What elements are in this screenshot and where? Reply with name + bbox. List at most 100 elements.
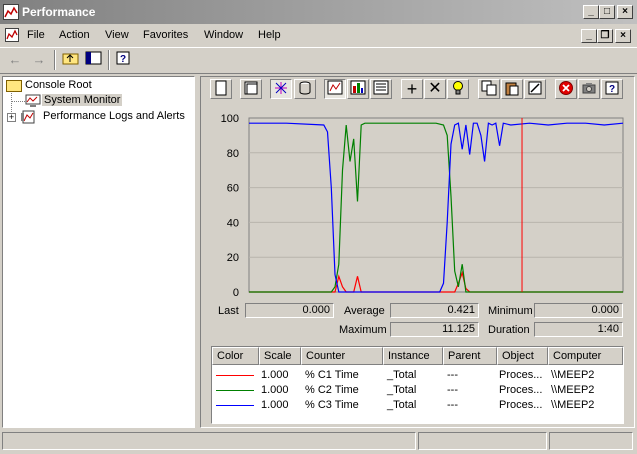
view-graph-icon[interactable] — [324, 79, 346, 99]
up-one-level-icon[interactable] — [60, 50, 82, 70]
svg-text:?: ? — [609, 84, 615, 95]
legend-cell-counter: % C1 Time — [305, 369, 359, 381]
legend-cell-parent: --- — [447, 399, 458, 411]
status-cell — [2, 432, 416, 450]
maximum-value: 11.125 — [390, 322, 479, 337]
folder-icon — [6, 80, 22, 92]
performance-graph: 0 20 40 60 80 100 — [221, 113, 624, 296]
title-bar[interactable] — [0, 0, 637, 24]
y-tick-label: 60 — [227, 183, 239, 195]
minimum-value: 0.000 — [534, 303, 623, 318]
legend-cell-parent: --- — [447, 369, 458, 381]
legend-row[interactable]: 1.000 % C1 Time _Total --- Proces... \\MEEP2 — [212, 368, 623, 383]
mmc-document-icon[interactable] — [5, 28, 19, 42]
legend-header-instance[interactable]: Instance — [383, 347, 443, 365]
add-counter-plus-icon[interactable]: + — [401, 79, 423, 99]
legend-cell-object: Proces... — [499, 384, 543, 396]
legend-cell-computer: \\MEEP2 — [551, 399, 595, 411]
y-axis: 0 20 40 60 80 100 — [221, 113, 239, 296]
delete-counter-x-icon[interactable]: ✕ — [424, 79, 446, 99]
menu-file[interactable]: File — [27, 29, 45, 41]
legend-cell-computer: \\MEEP2 — [551, 384, 595, 396]
view-log-data-icon[interactable] — [294, 79, 316, 99]
legend-cell-scale: 1.000 — [261, 384, 289, 396]
legend-color-swatch — [216, 405, 254, 406]
expand-plus-icon[interactable]: + — [7, 113, 16, 122]
svg-text:?: ? — [120, 54, 126, 65]
paste-counter-list-icon[interactable] — [501, 79, 523, 99]
clear-display-icon[interactable] — [240, 79, 262, 99]
status-cell — [418, 432, 547, 450]
legend-cell-instance: _Total — [387, 384, 417, 396]
y-tick-label: 0 — [233, 287, 239, 296]
legend-header-scale[interactable]: Scale — [259, 347, 301, 365]
status-cell — [549, 432, 633, 450]
menu-action[interactable]: Action — [59, 29, 90, 41]
highlight-lightbulb-icon[interactable] — [447, 79, 469, 99]
menu-favorites[interactable]: Favorites — [143, 29, 188, 41]
legend-cell-counter: % C3 Time — [305, 399, 359, 411]
mdi-close-icon[interactable]: × — [615, 29, 631, 43]
minimum-label: Minimum — [488, 305, 533, 317]
legend-header-object[interactable]: Object — [497, 347, 548, 365]
view-histogram-icon[interactable] — [347, 79, 369, 99]
console-tree — [2, 76, 195, 428]
legend-cell-scale: 1.000 — [261, 369, 289, 381]
legend-header-parent[interactable]: Parent — [443, 347, 497, 365]
y-tick-label: 20 — [227, 252, 239, 264]
back-arrow-icon[interactable]: ← — [4, 50, 26, 70]
legend-header-counter[interactable]: Counter — [301, 347, 383, 365]
forward-arrow-icon[interactable]: → — [28, 50, 50, 70]
average-value: 0.421 — [390, 303, 479, 318]
close-icon[interactable]: × — [617, 5, 633, 19]
menu-bar — [0, 24, 637, 46]
y-tick-label: 40 — [227, 217, 239, 229]
tree-item-console-root[interactable]: Console Root — [25, 79, 92, 91]
maximum-label: Maximum — [339, 324, 387, 336]
legend-color-swatch — [216, 390, 254, 391]
tree-item-system-monitor[interactable]: System Monitor — [42, 94, 123, 106]
legend-cell-scale: 1.000 — [261, 399, 289, 411]
legend-cell-instance: _Total — [387, 399, 417, 411]
performance-logs-icon — [20, 110, 38, 124]
legend-color-swatch — [216, 375, 254, 376]
new-counter-set-icon[interactable] — [210, 79, 232, 99]
show-hide-console-tree-icon[interactable] — [83, 50, 105, 70]
toolbar-separator — [108, 50, 110, 70]
legend-header-color[interactable]: Color — [212, 347, 259, 365]
counter-legend: Color Scale Counter Instance Parent Obje… — [211, 346, 624, 424]
help-icon[interactable]: ? — [601, 79, 623, 99]
legend-header-computer[interactable]: Computer — [548, 347, 623, 365]
plot-area — [248, 117, 624, 293]
maximize-icon[interactable]: □ — [599, 5, 615, 19]
update-data-camera-icon[interactable] — [578, 79, 600, 99]
legend-row[interactable]: 1.000 % C2 Time _Total --- Proces... \\MEEP2 — [212, 383, 623, 398]
legend-cell-parent: --- — [447, 384, 458, 396]
legend-cell-object: Proces... — [499, 369, 543, 381]
view-report-icon[interactable] — [370, 79, 392, 99]
average-label: Average — [344, 305, 385, 317]
last-value: 0.000 — [245, 303, 334, 318]
menu-window[interactable]: Window — [204, 29, 243, 41]
tree-item-performance-logs-and-alerts[interactable]: Performance Logs and Alerts — [43, 110, 185, 122]
duration-label: Duration — [488, 324, 530, 336]
menu-view[interactable]: View — [105, 29, 129, 41]
legend-cell-object: Proces... — [499, 399, 543, 411]
mdi-minimize-icon[interactable]: _ — [581, 29, 597, 43]
performance-app-icon[interactable] — [3, 4, 19, 20]
freeze-display-stop-icon[interactable] — [555, 79, 577, 99]
view-current-activity-icon[interactable] — [270, 79, 292, 99]
legend-row[interactable]: 1.000 % C3 Time _Total --- Proces... \\MEEP2 — [212, 398, 623, 413]
mdi-restore-icon[interactable]: ❐ — [597, 29, 613, 43]
y-tick-label: 80 — [227, 148, 239, 160]
y-tick-label: 100 — [221, 113, 239, 125]
window-title: Performance — [22, 5, 96, 19]
copy-properties-icon[interactable] — [478, 79, 500, 99]
help-topic-icon[interactable]: ? — [113, 50, 135, 70]
minimize-icon[interactable]: _ — [583, 5, 599, 19]
menu-help[interactable]: Help — [258, 29, 281, 41]
system-monitor-icon — [25, 94, 41, 108]
last-label: Last — [218, 305, 239, 317]
legend-cell-counter: % C2 Time — [305, 384, 359, 396]
properties-icon[interactable] — [524, 79, 546, 99]
